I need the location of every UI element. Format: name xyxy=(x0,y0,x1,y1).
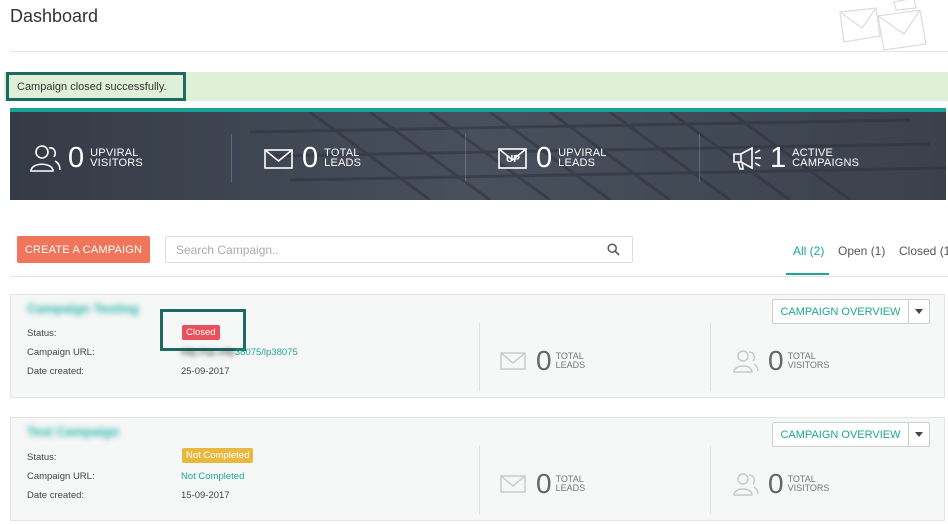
visitors-icon xyxy=(30,145,61,172)
campaign-card: Test Campaign Status: Not Completed Camp… xyxy=(10,417,945,521)
upviral-leads-icon: UP xyxy=(498,148,527,169)
card-divider xyxy=(710,446,711,514)
visitors-value: 0 xyxy=(768,468,784,499)
search-box xyxy=(165,236,633,263)
tab-closed[interactable]: Closed (1) xyxy=(899,244,948,258)
tab-all[interactable]: All (2) xyxy=(793,244,824,258)
megaphone-icon xyxy=(733,146,761,170)
campaign-total-visitors: 0 TOTAL VISITORS xyxy=(731,470,829,498)
envelope-icon xyxy=(500,352,526,370)
envelope-icon xyxy=(500,475,526,493)
leads-value: 0 xyxy=(536,468,552,499)
envelopes-decoration-icon xyxy=(839,0,927,51)
leads-label: TOTAL LEADS xyxy=(555,351,586,370)
stat-label: ACTIVE CAMPAIGNS xyxy=(792,147,860,169)
create-campaign-button[interactable]: CREATE A CAMPAIGN xyxy=(17,236,150,263)
leads-value: 0 xyxy=(536,345,552,376)
stat-label: UPVIRAL VISITORS xyxy=(90,147,143,169)
campaign-url-label: Campaign URL: xyxy=(27,347,95,358)
stat-value: 1 xyxy=(770,142,787,174)
overview-dropdown-toggle[interactable] xyxy=(909,423,929,446)
stat-value: 0 xyxy=(68,142,85,174)
tabs-divider xyxy=(10,276,948,277)
campaign-card: Campaign Testing Status: Closed Campaign… xyxy=(10,294,945,398)
stat-total-leads: 0 TOTAL LEADS xyxy=(262,138,361,178)
visitors-icon xyxy=(733,473,759,496)
card-divider xyxy=(710,323,711,391)
tab-open[interactable]: Open (1) xyxy=(838,244,885,258)
stat-active-campaigns: 1 ACTIVE CAMPAIGNS xyxy=(730,138,859,178)
leads-label: TOTAL LEADS xyxy=(555,474,586,493)
stat-upviral-visitors: 0 UPVIRAL VISITORS xyxy=(28,138,143,178)
envelope-icon xyxy=(264,149,293,169)
visitors-label: TOTAL VISITORS xyxy=(787,351,830,370)
campaign-url-link[interactable]: http://up.vi/lp38075/lp38075 xyxy=(181,347,298,358)
stat-divider xyxy=(465,134,466,182)
date-created-value: 25-09-2017 xyxy=(181,366,230,377)
caret-down-icon xyxy=(915,309,923,314)
card-divider xyxy=(479,446,480,514)
status-label: Status: xyxy=(27,452,57,463)
search-input[interactable] xyxy=(176,237,596,262)
status-badge: Not Completed xyxy=(182,448,254,463)
success-alert-message: Campaign closed successfully. xyxy=(6,72,186,101)
visitors-icon xyxy=(733,350,759,373)
status-highlight-box xyxy=(160,309,246,351)
status-label: Status: xyxy=(27,328,57,339)
campaign-name[interactable]: Test Campaign xyxy=(27,424,119,439)
campaign-url-link[interactable]: Not Completed xyxy=(181,471,244,482)
date-created-label: Date created: xyxy=(27,490,85,501)
campaign-overview-button-group: CAMPAIGN OVERVIEW xyxy=(772,299,930,324)
active-tab-underline xyxy=(786,273,829,275)
stat-value: 0 xyxy=(302,142,319,174)
stat-divider xyxy=(699,134,700,182)
caret-down-icon xyxy=(915,432,923,437)
visitors-label: TOTAL VISITORS xyxy=(787,474,830,493)
stat-upviral-leads: UP 0 UPVIRAL LEADS xyxy=(496,138,607,178)
stat-label: TOTAL LEADS xyxy=(324,147,362,169)
svg-text:UP: UP xyxy=(506,154,520,165)
date-created-label: Date created: xyxy=(27,366,85,377)
campaign-overview-button-group: CAMPAIGN OVERVIEW xyxy=(772,422,930,447)
visitors-value: 0 xyxy=(768,345,784,376)
overview-dropdown-toggle[interactable] xyxy=(909,300,929,323)
page-title: Dashboard xyxy=(10,6,99,26)
campaign-overview-button[interactable]: CAMPAIGN OVERVIEW xyxy=(773,423,909,446)
stats-banner: 0 UPVIRAL VISITORS 0 TOTAL LEADS UP 0 UP… xyxy=(10,108,946,200)
campaign-name[interactable]: Campaign Testing xyxy=(27,301,139,316)
stat-divider xyxy=(231,134,232,182)
campaign-total-leads: 0 TOTAL LEADS xyxy=(499,347,585,375)
campaign-total-leads: 0 TOTAL LEADS xyxy=(499,470,585,498)
title-divider xyxy=(10,51,948,52)
campaign-total-visitors: 0 TOTAL VISITORS xyxy=(731,347,829,375)
campaign-overview-button[interactable]: CAMPAIGN OVERVIEW xyxy=(773,300,909,323)
stat-label: UPVIRAL LEADS xyxy=(558,147,607,169)
dashboard-page: Dashboard Campaign closed successfully. xyxy=(0,0,948,524)
card-divider xyxy=(479,323,480,391)
search-icon[interactable] xyxy=(607,243,620,256)
stat-value: 0 xyxy=(536,142,553,174)
date-created-value: 15-09-2017 xyxy=(181,490,230,501)
campaign-url-label: Campaign URL: xyxy=(27,471,95,482)
